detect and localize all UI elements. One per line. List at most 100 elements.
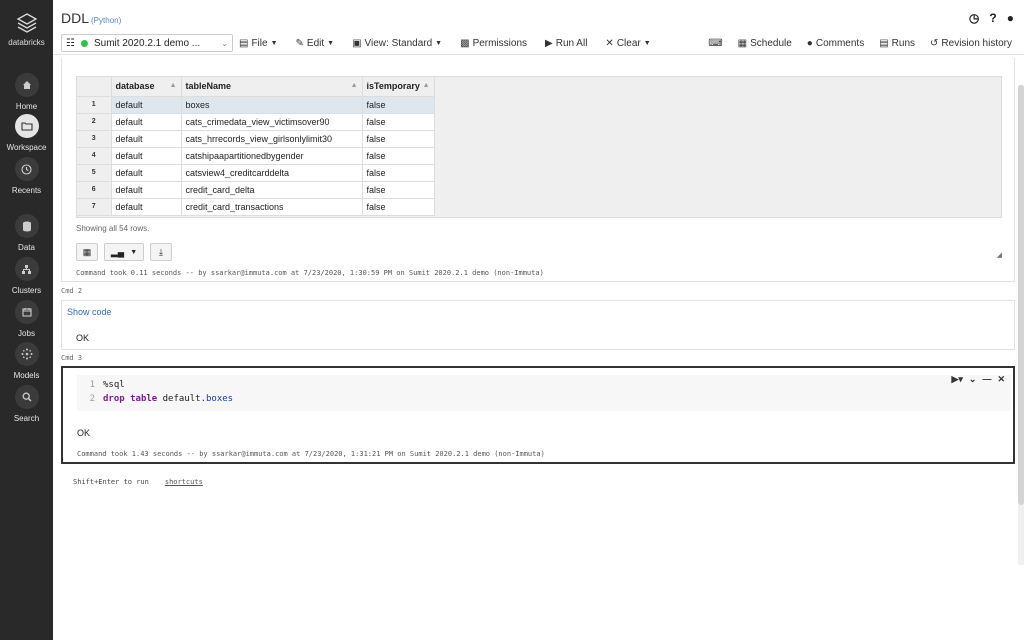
- sidebar-item-models[interactable]: Models: [0, 342, 53, 380]
- keyboard-shortcuts-button[interactable]: ⌨: [708, 38, 722, 49]
- minimize-icon[interactable]: —: [982, 374, 991, 385]
- sort-icon[interactable]: ▲: [423, 82, 430, 89]
- table-row[interactable]: 2 default cats_crimedata_view_victimsove…: [77, 113, 435, 131]
- table-icon: ▦: [82, 246, 92, 257]
- notebook-title[interactable]: DDL (Python): [61, 10, 121, 26]
- caret-down-icon: ▼: [270, 39, 278, 47]
- sort-icon[interactable]: ▲: [351, 82, 358, 89]
- cell-label: Cmd 3: [61, 354, 83, 362]
- table-cell[interactable]: false: [362, 147, 435, 165]
- edit-icon: ✎: [295, 37, 304, 49]
- user-icon[interactable]: ●: [1007, 11, 1014, 25]
- chart-type-button[interactable]: ▂▄ ▼: [104, 243, 144, 261]
- table-cell[interactable]: false: [362, 198, 435, 216]
- caret-down-icon: ▼: [327, 39, 335, 47]
- sidebar-item-jobs[interactable]: Jobs: [0, 300, 53, 338]
- table-cell[interactable]: false: [362, 113, 435, 131]
- revision-history-button[interactable]: ↺ Revision history: [930, 38, 1012, 49]
- notebook-header: DDL (Python) ◷ ? ● ☷ Sumit 2020.2.1 demo …: [53, 0, 1024, 55]
- table-row[interactable]: 7 default credit_card_transactions false: [77, 198, 435, 216]
- edit-menu[interactable]: ✎ Edit ▼: [296, 38, 335, 49]
- command-duration: Command took 1.43 seconds -- by ssarkar@…: [77, 450, 545, 458]
- code-text: default: [162, 394, 201, 404]
- close-icon[interactable]: ✕: [997, 374, 1005, 385]
- sidebar-item-recents[interactable]: Recents: [0, 157, 53, 195]
- table-cell[interactable]: credit_card_delta: [181, 181, 363, 199]
- scrollbar-thumb[interactable]: [1018, 85, 1024, 505]
- permissions-button[interactable]: ▩ Permissions: [460, 38, 527, 49]
- table-cell[interactable]: default: [111, 96, 182, 114]
- sidebar-item-label: Recents: [11, 186, 42, 195]
- sidebar-item-label: Clusters: [11, 286, 42, 295]
- sidebar-item-data[interactable]: Data: [0, 214, 53, 252]
- clear-menu[interactable]: ✕ Clear ▼: [605, 38, 650, 49]
- table-row[interactable]: 1 default boxes false: [77, 96, 435, 114]
- comments-icon: ●: [806, 38, 813, 49]
- notebook-cell-1[interactable]: database ▲ tableName ▲ isTemporary ▲ 1 defa…: [61, 58, 1015, 282]
- table-cell[interactable]: false: [362, 130, 435, 148]
- footer-hint: Shift+Enter to run shortcuts: [73, 478, 203, 486]
- column-header-label: tableName: [185, 81, 232, 92]
- table-cell[interactable]: catshipaapartitionedbygender: [181, 147, 363, 165]
- caret-down-icon: ▼: [435, 39, 443, 47]
- table-row[interactable]: 4 default catshipaapartitionedbygender f…: [77, 147, 435, 165]
- file-menu[interactable]: ▤ File ▼: [239, 38, 278, 49]
- sidebar-item-search[interactable]: Search: [0, 385, 53, 423]
- table-cell[interactable]: cats_crimedata_view_victimsover90: [181, 113, 363, 131]
- show-code-link[interactable]: Show code: [67, 307, 112, 317]
- view-menu[interactable]: ▣ View: Standard ▼: [352, 38, 442, 49]
- code-editor[interactable]: 1 %sql 2 drop table default. boxes: [77, 375, 1011, 411]
- notebook-cell-2[interactable]: Show code OK: [61, 300, 1015, 350]
- download-button[interactable]: ⤓: [150, 243, 172, 261]
- table-cell[interactable]: default: [111, 130, 182, 148]
- sql-object: boxes: [205, 394, 234, 404]
- download-icon: ⤓: [159, 246, 163, 257]
- run-cell-icon[interactable]: ▶▾: [951, 374, 962, 385]
- table-cell[interactable]: false: [362, 96, 435, 114]
- column-header-database[interactable]: database ▲: [111, 77, 182, 97]
- notebook-cell-3[interactable]: 1 %sql 2 drop table default. boxes ▶▾ ⌄ —…: [61, 366, 1015, 464]
- shortcuts-link[interactable]: shortcuts: [165, 478, 203, 486]
- clock-icon[interactable]: ◷: [969, 11, 979, 25]
- table-cell[interactable]: boxes: [181, 96, 363, 114]
- table-cell[interactable]: default: [111, 181, 182, 199]
- run-all-button[interactable]: ▶ Run All: [545, 38, 587, 49]
- notebook-name: DDL: [61, 10, 90, 26]
- comments-button[interactable]: ● Comments: [807, 38, 864, 49]
- table-cell[interactable]: catsview4_creditcarddelta: [181, 164, 363, 182]
- table-cell[interactable]: false: [362, 181, 435, 199]
- column-header-istemporary[interactable]: isTemporary ▲: [362, 77, 435, 97]
- sidebar-item-workspace[interactable]: Workspace: [0, 114, 53, 152]
- databricks-logo[interactable]: databricks: [0, 12, 53, 47]
- table-row[interactable]: 6 default credit_card_delta false: [77, 181, 435, 199]
- run-all-label: Run All: [555, 37, 588, 49]
- table-cell[interactable]: cats_hrrecords_view_girlsonlylimit30: [181, 130, 363, 148]
- table-row[interactable]: 3 default cats_hrrecords_view_girlsonlyl…: [77, 130, 435, 148]
- schedule-button[interactable]: ▦ Schedule: [738, 38, 792, 49]
- sql-keyword: table: [130, 394, 158, 404]
- sidebar-item-clusters[interactable]: Clusters: [0, 257, 53, 295]
- revision-history-label: Revision history: [941, 38, 1012, 49]
- sidebar-item-home[interactable]: Home: [0, 73, 53, 111]
- results-table[interactable]: database ▲ tableName ▲ isTemporary ▲ 1 defa…: [76, 76, 1002, 218]
- table-cell[interactable]: false: [362, 164, 435, 182]
- resize-handle-icon[interactable]: ◢: [997, 251, 1002, 259]
- runs-button[interactable]: ▤ Runs: [879, 38, 915, 49]
- table-view-button[interactable]: ▦: [76, 243, 98, 261]
- table-cell[interactable]: credit_card_transactions: [181, 198, 363, 216]
- table-cell[interactable]: default: [111, 164, 182, 182]
- sort-icon[interactable]: ▲: [170, 82, 177, 89]
- sidebar: databricks Home Workspace Recents Data C…: [0, 0, 53, 640]
- column-header-tablename[interactable]: tableName ▲: [181, 77, 363, 97]
- notebook-content[interactable]: database ▲ tableName ▲ isTemporary ▲ 1 defa…: [53, 55, 1024, 640]
- cluster-selector[interactable]: ☷ Sumit 2020.2.1 demo ... ⌄: [61, 34, 233, 52]
- column-header-label: isTemporary: [366, 81, 420, 92]
- file-menu-label: File: [251, 37, 268, 49]
- table-row[interactable]: 5 default catsview4_creditcarddelta fals…: [77, 164, 435, 182]
- table-cell[interactable]: default: [111, 198, 182, 216]
- table-cell[interactable]: default: [111, 147, 182, 165]
- help-icon[interactable]: ?: [989, 11, 996, 25]
- sidebar-item-label: Workspace: [6, 143, 47, 152]
- chevron-down-icon[interactable]: ⌄: [969, 374, 977, 385]
- table-cell[interactable]: default: [111, 113, 182, 131]
